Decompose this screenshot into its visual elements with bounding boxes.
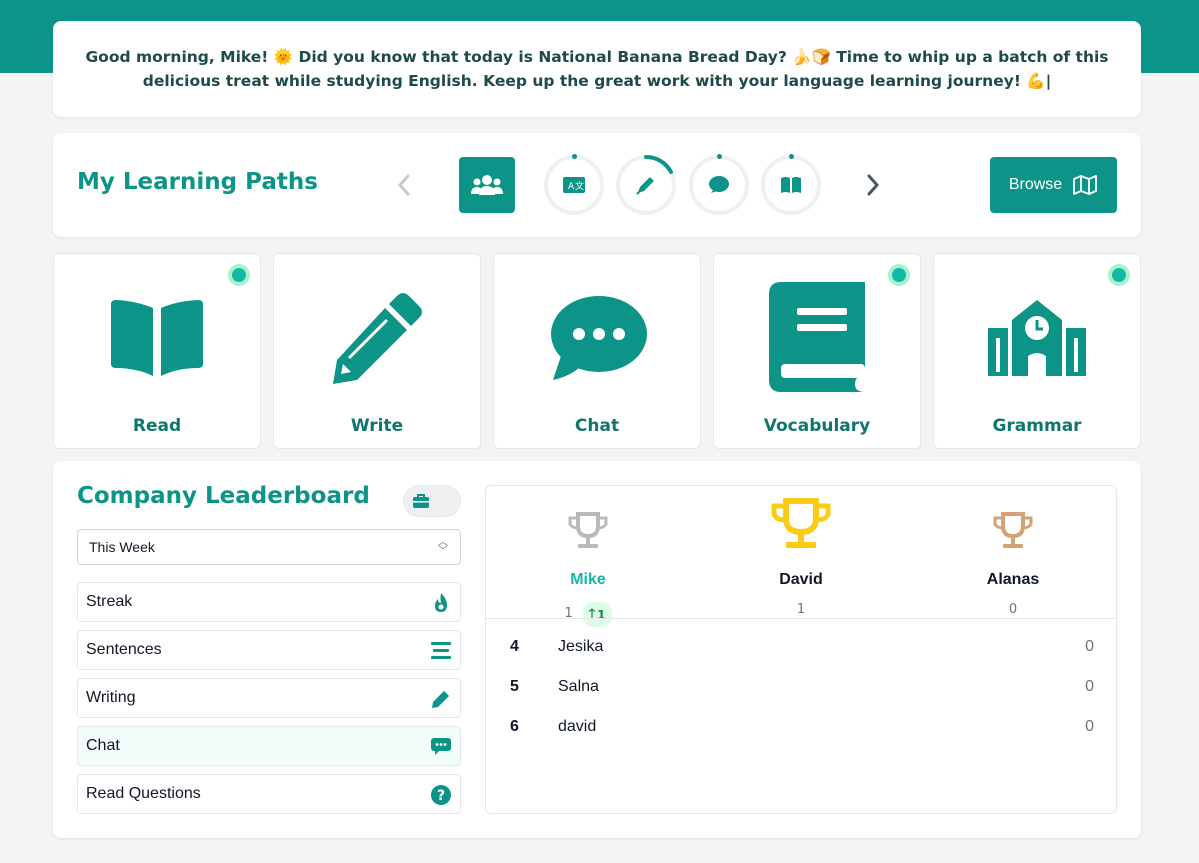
skill-card-write[interactable]: Write xyxy=(273,253,481,449)
path-translate-button[interactable]: A文 xyxy=(544,154,604,215)
greeting-card: Good morning, Mike! 🌞 Did you know that … xyxy=(53,21,1141,117)
active-badge xyxy=(1108,264,1130,286)
table-row[interactable]: 5 Salna 0 xyxy=(510,678,1094,702)
category-read-questions[interactable]: Read Questions ? xyxy=(77,774,461,814)
skill-label: Chat xyxy=(574,416,620,436)
skill-label: Vocabulary xyxy=(763,416,871,436)
skill-card-read[interactable]: Read xyxy=(53,253,261,449)
podium-name: Mike xyxy=(570,571,606,588)
map-icon xyxy=(1073,175,1098,195)
row-points: 0 xyxy=(1085,718,1094,735)
users-icon xyxy=(471,175,503,195)
podium-first: David 1 xyxy=(721,496,881,617)
lines-icon xyxy=(431,642,451,659)
row-points: 0 xyxy=(1085,678,1094,695)
podium-score: 0 xyxy=(1008,602,1018,617)
podium-second: Mike 1 🡑 1 xyxy=(508,496,668,627)
pencil-icon xyxy=(333,293,422,384)
svg-text:A: A xyxy=(568,182,575,192)
select-arrows-icon: ︿ ﹀ xyxy=(438,537,448,557)
period-select[interactable]: This Week ︿ ﹀ xyxy=(77,529,461,565)
category-chat[interactable]: Chat xyxy=(77,726,461,766)
skill-label: Grammar xyxy=(992,416,1082,436)
row-name: Jesika xyxy=(558,638,604,655)
podium-score: 1 xyxy=(796,602,806,617)
svg-text:文: 文 xyxy=(575,180,584,192)
divider xyxy=(486,618,1116,619)
trophy-icon xyxy=(771,498,831,548)
book-open-icon xyxy=(111,300,203,376)
book-open-icon xyxy=(781,177,801,193)
learning-paths-card: My Learning Paths A文 Browse xyxy=(53,133,1141,237)
leaderboard-card: Company Leaderboard This Week ︿ ﹀ Streak … xyxy=(53,461,1141,838)
category-label: Chat xyxy=(86,737,120,754)
path-read-button[interactable] xyxy=(761,154,821,215)
greeting-text: Good morning, Mike! 🌞 Did you know that … xyxy=(85,48,1109,90)
row-rank: 4 xyxy=(510,638,519,655)
chat-bubble-icon xyxy=(709,176,729,193)
chevron-right-icon[interactable] xyxy=(865,173,881,197)
path-users-button[interactable] xyxy=(459,157,515,213)
browse-label: Browse xyxy=(1008,176,1063,193)
category-label: Read Questions xyxy=(86,785,201,802)
pencil-icon xyxy=(432,691,449,708)
learning-paths-title: My Learning Paths xyxy=(77,169,318,195)
briefcase-icon xyxy=(413,494,429,508)
active-badge xyxy=(888,264,910,286)
svg-text:?: ? xyxy=(437,788,445,804)
translate-icon: A文 xyxy=(563,177,585,193)
path-chat-button[interactable] xyxy=(689,154,749,215)
question-icon: ? xyxy=(431,785,451,805)
podium-third: Alanas 0 xyxy=(933,496,1093,617)
chevron-left-icon[interactable] xyxy=(396,173,412,197)
table-row[interactable]: 4 Jesika 0 xyxy=(510,638,1094,662)
school-icon xyxy=(988,300,1086,376)
podium-name: David xyxy=(779,571,823,588)
skill-card-chat[interactable]: Chat xyxy=(493,253,701,449)
category-streak[interactable]: Streak xyxy=(77,582,461,622)
trophy-icon xyxy=(993,512,1033,548)
category-writing[interactable]: Writing xyxy=(77,678,461,718)
skill-label: Read xyxy=(132,416,182,436)
category-label: Sentences xyxy=(86,641,162,658)
book-icon xyxy=(769,282,865,392)
company-toggle[interactable] xyxy=(403,485,461,517)
category-label: Streak xyxy=(86,593,133,610)
row-name: david xyxy=(558,718,597,735)
skill-card-grammar[interactable]: Grammar xyxy=(933,253,1141,449)
chat-dots-icon xyxy=(431,738,451,755)
browse-button[interactable]: Browse xyxy=(990,157,1117,213)
skill-label: Write xyxy=(350,416,404,436)
arrow-up-icon: 🡑 xyxy=(588,606,596,620)
trophy-icon xyxy=(568,512,608,548)
skill-card-vocabulary[interactable]: Vocabulary xyxy=(713,253,921,449)
row-rank: 6 xyxy=(510,718,519,735)
table-row[interactable]: 6 david 0 xyxy=(510,718,1094,742)
category-sentences[interactable]: Sentences xyxy=(77,630,461,670)
active-badge xyxy=(228,264,250,286)
podium-name: Alanas xyxy=(986,571,1040,588)
fire-icon xyxy=(435,593,447,612)
speech-bubble-icon xyxy=(551,296,647,380)
row-points: 0 xyxy=(1085,638,1094,655)
leaderboard-panel: Mike 1 🡑 1 David 1 Alanas 0 4 Jesika 0 5 … xyxy=(485,485,1117,814)
category-label: Writing xyxy=(86,689,136,706)
period-value: This Week xyxy=(89,539,155,555)
path-write-button[interactable] xyxy=(616,155,676,215)
row-rank: 5 xyxy=(510,678,519,695)
leaderboard-title: Company Leaderboard xyxy=(77,483,370,509)
podium-score: 1 🡑 1 xyxy=(508,602,668,627)
row-name: Salna xyxy=(558,678,599,695)
rank-change-badge: 🡑 1 xyxy=(582,602,612,627)
